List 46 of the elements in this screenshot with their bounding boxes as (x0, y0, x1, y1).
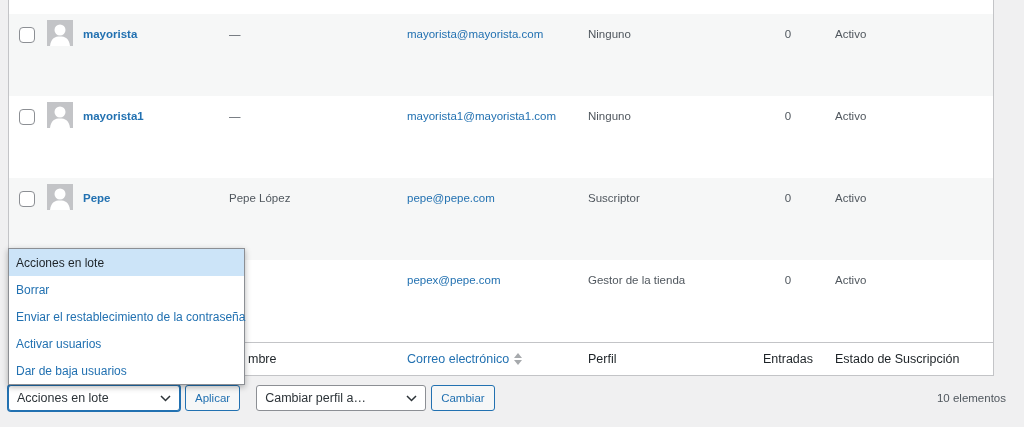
apply-button[interactable]: Aplicar (185, 385, 241, 411)
row-checkbox[interactable] (19, 27, 35, 43)
caret-icon (160, 394, 171, 402)
status-text: Activo (835, 274, 867, 286)
column-header: Perfil (588, 352, 617, 366)
name-text: — (229, 28, 241, 40)
posts-count: 0 (784, 192, 792, 204)
column-header: mbre (248, 352, 277, 366)
row-checkbox[interactable] (19, 191, 35, 207)
menu-option[interactable]: Borrar (9, 276, 244, 303)
avatar-icon (47, 184, 73, 210)
column-header: Entradas (763, 352, 813, 366)
menu-option[interactable]: Enviar el restablecimiento de la contraseña (9, 303, 244, 330)
posts-count: 0 (784, 28, 792, 40)
column-header-link[interactable]: Correo electrónico (407, 352, 510, 366)
posts-count: 0 (784, 110, 792, 122)
column-header: Estado de Suscripción (835, 352, 960, 366)
role-text: Suscriptor (588, 192, 640, 204)
role-text: Ninguno (588, 28, 631, 40)
change-button[interactable]: Cambiar (431, 385, 495, 411)
email-link[interactable]: pepex@pepe.com (407, 274, 501, 286)
status-text: Activo (835, 110, 867, 122)
bulk-actions-select[interactable]: Acciones en lote (8, 385, 180, 411)
name-text: — (229, 110, 241, 122)
username-link[interactable]: mayorista1 (83, 110, 144, 122)
menu-option[interactable]: Activar usuarios (9, 330, 244, 357)
role-text: Ninguno (588, 110, 631, 122)
role-select[interactable]: Cambiar perfil a… (256, 385, 427, 411)
email-link[interactable]: mayorista1@mayorista1.com (407, 110, 557, 122)
sort-icon (514, 353, 523, 365)
avatar-icon (47, 20, 73, 46)
items-count: 10 elementos (936, 392, 1006, 404)
email-link[interactable]: pepe@pepe.com (407, 192, 495, 204)
avatar-icon (47, 102, 73, 128)
row-checkbox[interactable] (19, 109, 35, 125)
username-link[interactable]: mayorista (83, 28, 138, 40)
username-link[interactable]: Pepe (83, 192, 111, 204)
email-link[interactable]: mayorista@mayorista.com (407, 28, 544, 40)
menu-option[interactable]: Dar de baja usuarios (9, 357, 244, 384)
status-text: Activo (835, 192, 867, 204)
caret-icon (406, 394, 418, 402)
menu-option[interactable]: Acciones en lote (9, 249, 244, 276)
status-text: Activo (835, 28, 867, 40)
posts-count: 0 (784, 274, 792, 286)
role-text: Gestor de la tienda (588, 274, 686, 286)
name-text: Pepe López (229, 192, 291, 204)
